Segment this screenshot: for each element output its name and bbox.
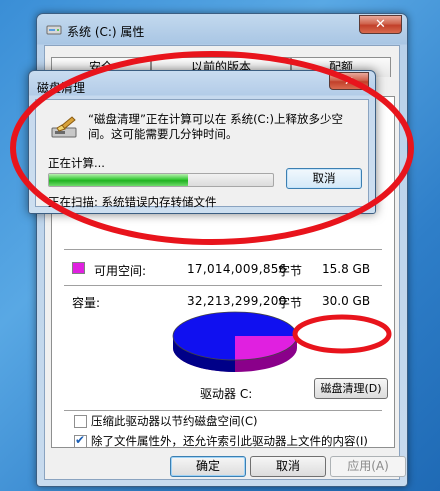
- capacity-gb: 30.0 GB: [322, 294, 371, 308]
- compress-drive-option[interactable]: 压缩此驱动器以节约磁盘空间(C): [74, 413, 258, 429]
- window-title: 系统 (C:) 属性: [67, 25, 145, 39]
- divider: [64, 410, 382, 411]
- cleanup-cancel-button[interactable]: 取消: [286, 168, 362, 189]
- ok-button[interactable]: 确定: [170, 456, 246, 477]
- free-space-unit: 字节: [278, 264, 303, 278]
- drive-icon: [46, 25, 62, 35]
- divider: [64, 249, 382, 250]
- dialog-title: 磁盘清理: [37, 81, 86, 95]
- disk-cleanup-dialog: 磁盘清理 ✕ “磁盘清理”正在计算可以在 系统(C:)上释放多少空间。这可能需要…: [28, 70, 376, 214]
- compress-checkbox[interactable]: [74, 414, 87, 428]
- progress-bar: [48, 173, 274, 187]
- free-space-bytes: 17,014,009,856: [187, 262, 287, 276]
- dialog-body: “磁盘清理”正在计算可以在 系统(C:)上释放多少空间。这可能需要几分钟时间。 …: [35, 99, 369, 209]
- free-space-label: 可用空间:: [94, 264, 147, 278]
- checkmark-icon: ✔: [75, 432, 86, 447]
- close-button[interactable]: ✕: [359, 15, 402, 34]
- index-checkbox[interactable]: ✔: [74, 432, 87, 448]
- free-space-swatch: [72, 262, 85, 274]
- scanning-label: 正在扫描: 系统错误内存转储文件: [48, 195, 217, 209]
- index-contents-option[interactable]: ✔ 除了文件属性外，还允许索引此驱动器上文件的内容(I): [74, 433, 368, 449]
- capacity-label: 容量:: [72, 296, 101, 310]
- free-space-gb: 15.8 GB: [322, 262, 371, 276]
- calculating-label: 正在计算...: [48, 156, 105, 170]
- divider: [64, 285, 382, 286]
- disk-cleanup-button[interactable]: 磁盘清理(D): [314, 378, 388, 399]
- disk-usage-pie: [172, 311, 298, 372]
- cancel-button[interactable]: 取消: [250, 456, 326, 477]
- dialog-close-button[interactable]: ✕: [329, 72, 369, 90]
- drive-label: 驱动器 C:: [200, 387, 253, 401]
- progress-fill: [49, 174, 188, 186]
- title-bar[interactable]: 系统 (C:) 属性 ✕: [37, 14, 407, 44]
- index-checkbox-label: 除了文件属性外，还允许索引此驱动器上文件的内容(I): [91, 434, 368, 448]
- cleanup-message: “磁盘清理”正在计算可以在 系统(C:)上释放多少空间。这可能需要几分钟时间。: [88, 112, 343, 141]
- disk-cleanup-icon: [51, 116, 77, 138]
- compress-checkbox-label: 压缩此驱动器以节约磁盘空间(C): [91, 414, 258, 428]
- apply-button[interactable]: 应用(A): [330, 456, 406, 477]
